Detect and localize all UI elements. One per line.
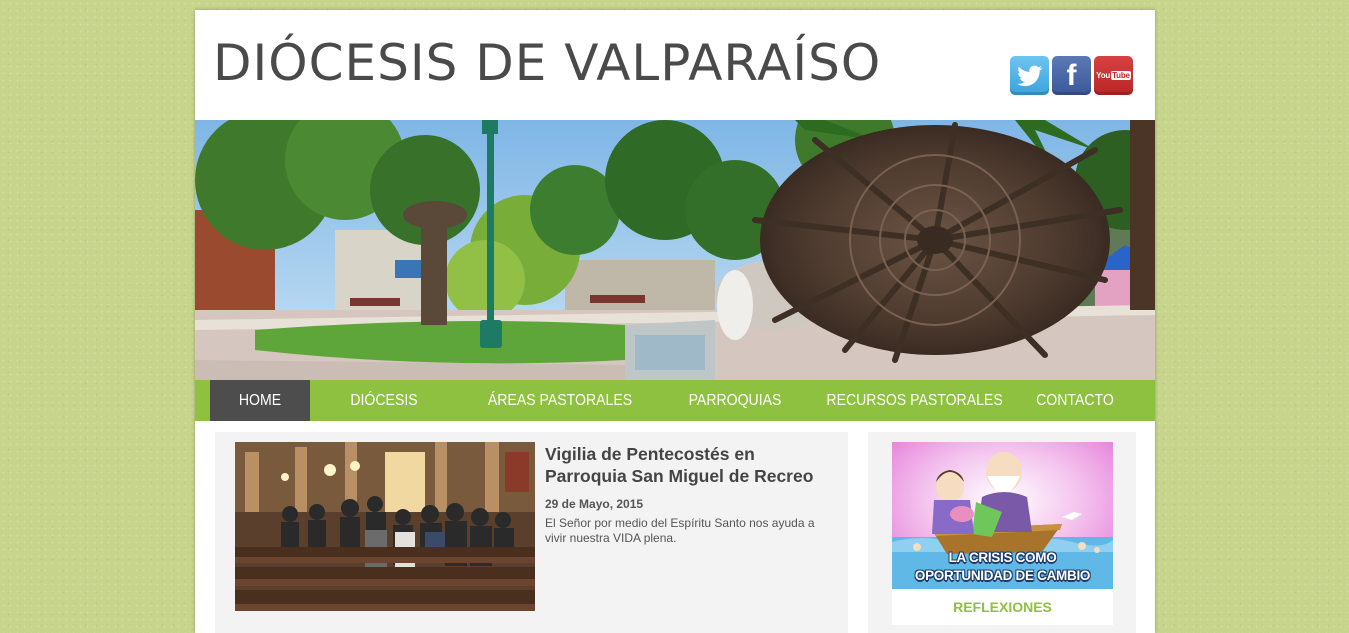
sidebar-widget: LA CRISIS COMO OPORTUNIDAD DE CAMBIO REF… bbox=[868, 432, 1136, 633]
hero-banner-image bbox=[195, 120, 1155, 380]
main-navigation: HOME DIÓCESIS ÁREAS PASTORALES PARROQUIA… bbox=[195, 380, 1155, 421]
nav-item-parroquias[interactable]: PARROQUIAS bbox=[682, 380, 788, 421]
page-container: DIÓCESIS DE VALPARAÍSO f You Tube HOME D… bbox=[195, 10, 1155, 633]
nav-item-diocesis[interactable]: DIÓCESIS bbox=[341, 380, 427, 421]
facebook-icon[interactable]: f bbox=[1052, 56, 1091, 95]
reflexiones-card[interactable]: LA CRISIS COMO OPORTUNIDAD DE CAMBIO REF… bbox=[892, 442, 1113, 625]
nav-item-contacto[interactable]: CONTACTO bbox=[1027, 380, 1124, 421]
banner-line-1: LA CRISIS COMO bbox=[948, 550, 1057, 565]
post-excerpt: El Señor por medio del Espíritu Santo no… bbox=[545, 516, 815, 545]
banner-line-2: OPORTUNIDAD DE CAMBIO bbox=[914, 568, 1091, 583]
nav-item-areas-pastorales[interactable]: ÁREAS PASTORALES bbox=[481, 380, 639, 421]
facebook-glyph: f bbox=[1066, 58, 1077, 92]
site-title[interactable]: DIÓCESIS DE VALPARAÍSO bbox=[213, 38, 881, 88]
youtube-icon[interactable]: You Tube bbox=[1094, 56, 1133, 95]
nav-item-home[interactable]: HOME bbox=[210, 380, 310, 421]
post-title[interactable]: Vigilia de Pentecostés en Parroquia San … bbox=[545, 443, 835, 487]
reflexiones-banner-image[interactable]: LA CRISIS COMO OPORTUNIDAD DE CAMBIO bbox=[892, 442, 1113, 589]
post-thumbnail-image[interactable] bbox=[235, 442, 535, 611]
featured-post: Vigilia de Pentecostés en Parroquia San … bbox=[215, 432, 848, 633]
nav-item-recursos-pastorales[interactable]: RECURSOS PASTORALES bbox=[826, 380, 1002, 421]
youtube-label-you: You bbox=[1096, 71, 1111, 80]
youtube-label-tube: Tube bbox=[1111, 71, 1131, 80]
twitter-icon[interactable] bbox=[1010, 56, 1049, 95]
nav-item-home-label: HOME bbox=[238, 392, 282, 409]
post-date: 29 de Mayo, 2015 bbox=[545, 497, 644, 511]
reflexiones-label[interactable]: REFLEXIONES bbox=[892, 599, 1113, 615]
